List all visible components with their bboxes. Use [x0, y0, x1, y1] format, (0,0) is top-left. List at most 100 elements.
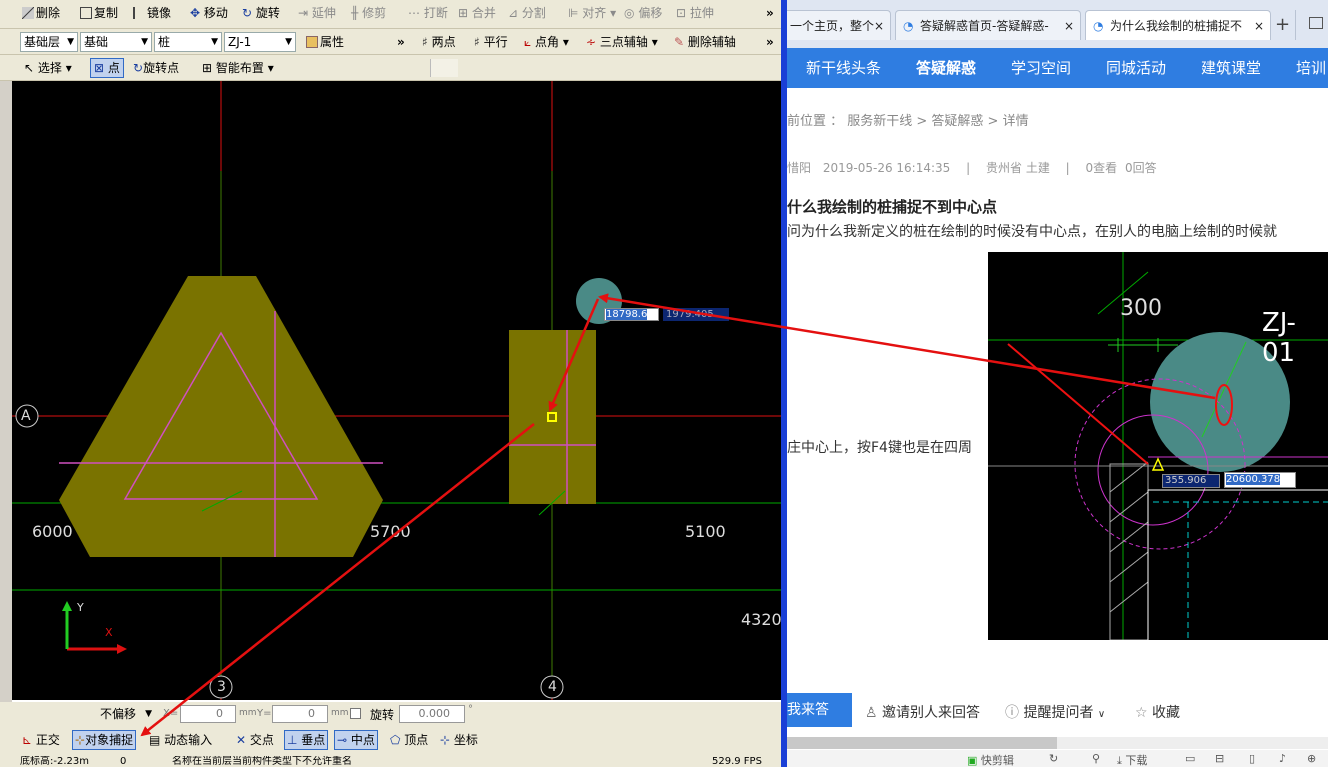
rotate-point-button[interactable]: ↻旋转点: [133, 58, 179, 78]
coordinate-input-y[interactable]: 1979.405: [663, 308, 729, 321]
move-button[interactable]: ✥ 移动: [190, 3, 228, 23]
intersection-snap[interactable]: ✕ 交点: [235, 730, 275, 750]
mirror-button[interactable]: 镜像: [133, 3, 171, 23]
properties-button[interactable]: 属性: [306, 32, 344, 52]
copy-icon: [80, 7, 92, 19]
nav-item-events[interactable]: 同城活动: [1106, 48, 1166, 88]
window-icon[interactable]: ▭: [1185, 752, 1195, 765]
point-angle-icon: ⟀: [524, 35, 532, 49]
offset-mode-select[interactable]: 不偏移 ▼: [96, 704, 156, 724]
nav-item-training[interactable]: 培训: [1296, 48, 1326, 88]
favorite-button[interactable]: ☆ 收藏: [1135, 702, 1180, 722]
rotate-label: 旋转: [370, 708, 395, 722]
cad-drawing-canvas[interactable]: A 3 4 6000 5700 5100 4320 18798.6 1979.4…: [12, 81, 781, 700]
question-image[interactable]: 300 ZJ-01 355.906 20600.378: [988, 252, 1328, 640]
tab-list-icon[interactable]: [1309, 17, 1323, 29]
browser-bottom-bar: ▣ 快剪辑 ↻ ⚲ ⤓ 下载 ▭ ⊟ ▯ ♪ ⊕: [787, 750, 1328, 767]
rotate-button[interactable]: ↻ 旋转: [242, 3, 280, 23]
browser-tab-1[interactable]: 一个主页，整个 ×: [787, 10, 891, 40]
rotate-angle-input[interactable]: 0.000: [399, 705, 465, 723]
image-label-zj: ZJ-01: [1262, 308, 1296, 368]
nav-item-headlines[interactable]: 新干线头条: [806, 48, 881, 88]
remind-asker-button[interactable]: ⓘ 提醒提问者 ∨: [1005, 702, 1105, 722]
offset-x-input[interactable]: 0: [180, 705, 236, 723]
smart-layout-icon: ⊞: [202, 61, 213, 75]
point-angle-aux-button[interactable]: ⟀ 点角 ▾: [524, 32, 569, 52]
horizontal-scrollbar[interactable]: [787, 737, 1328, 749]
zoom-icon[interactable]: ⊕: [1307, 752, 1316, 765]
answer-button[interactable]: 我来答: [787, 693, 852, 727]
dynamic-input-toggle[interactable]: ▤ 动态输入: [148, 730, 213, 750]
close-icon[interactable]: ×: [1060, 11, 1074, 40]
break-button[interactable]: ⋯ 打断: [408, 3, 448, 23]
offset-y-input[interactable]: 0: [272, 705, 328, 723]
dynamic-input-icon: ▤: [149, 733, 161, 747]
browser-tab-2[interactable]: ◔ 答疑解惑首页-答疑解惑- ×: [895, 10, 1081, 40]
stretch-button[interactable]: ⊡ 拉伸: [676, 3, 714, 23]
stretch-icon: ⊡: [676, 6, 687, 20]
offset-button[interactable]: ◎ 偏移: [624, 3, 662, 23]
new-tab-icon[interactable]: +: [1275, 14, 1290, 35]
sound-icon[interactable]: ♪: [1279, 752, 1286, 765]
nav-item-classroom[interactable]: 建筑课堂: [1201, 48, 1261, 88]
download-button[interactable]: ⤓ 下载: [1117, 752, 1147, 767]
trim-button[interactable]: ╫ 修剪: [351, 3, 386, 23]
component-name-select[interactable]: ZJ-1 ▼: [224, 32, 296, 52]
translate-icon[interactable]: ⊟: [1215, 752, 1224, 765]
extend-button[interactable]: ⇥ 延伸: [298, 3, 336, 23]
object-snap-toggle[interactable]: ⊹对象捕捉: [72, 730, 137, 750]
split-button[interactable]: ⊿ 分割: [508, 3, 546, 23]
two-point-aux-button[interactable]: ♯ 两点: [422, 32, 456, 52]
chevron-down-icon: ▼: [67, 37, 74, 47]
coordinate-input-x[interactable]: 18798.6: [604, 308, 659, 321]
perpendicular-snap[interactable]: ⊥ 垂点: [284, 730, 329, 750]
three-point-aux-button[interactable]: ∻ 三点辅轴 ▾: [586, 32, 658, 52]
merge-button[interactable]: ⊞ 合并: [458, 3, 496, 23]
refresh-icon[interactable]: ↻: [1049, 752, 1058, 765]
rotate-checkbox[interactable]: [350, 708, 361, 719]
select-button[interactable]: ↖ 选择 ▾: [24, 58, 72, 78]
coordinate-snap[interactable]: ⊹ 坐标: [439, 730, 479, 750]
split-icon: ⊿: [508, 6, 519, 20]
meta-separator: |: [966, 161, 971, 175]
site-favicon-icon: ◔: [903, 19, 914, 33]
align-button[interactable]: ⊫ 对齐 ▾: [568, 3, 616, 23]
offset-icon: ◎: [624, 6, 635, 20]
smart-layout-button[interactable]: ⊞ 智能布置 ▾: [202, 58, 274, 78]
ortho-toggle[interactable]: ⊾ 正交: [21, 730, 61, 750]
delete-aux-button[interactable]: ✎ 删除辅轴: [674, 32, 736, 52]
close-icon[interactable]: ×: [874, 11, 884, 40]
pin-icon[interactable]: ⚲: [1092, 752, 1100, 765]
layer-select[interactable]: 基础 ▼: [80, 32, 152, 52]
close-icon[interactable]: ×: [1250, 11, 1264, 40]
toolbar-overflow-icon[interactable]: »: [766, 32, 774, 52]
browser-tab-3[interactable]: ◔ 为什么我绘制的桩捕捉不 ×: [1085, 10, 1271, 40]
nav-item-learning[interactable]: 学习空间: [1011, 48, 1071, 88]
page-icon[interactable]: ▯: [1249, 752, 1255, 765]
chevron-down-icon: ▼: [211, 37, 218, 47]
nav-item-qa[interactable]: 答疑解惑: [916, 48, 976, 88]
parallel-aux-button[interactable]: ♯ 平行: [474, 32, 508, 52]
delete-button[interactable]: 删除: [22, 3, 60, 23]
toolbar-overflow-icon[interactable]: »: [766, 3, 774, 23]
perpendicular-icon: ⊥: [287, 733, 298, 747]
layer-group-select[interactable]: 基础层 ▼: [20, 32, 78, 52]
vertex-snap[interactable]: ⬠ 顶点: [389, 730, 429, 750]
copy-button[interactable]: 复制: [80, 3, 118, 23]
component-type-select[interactable]: 桩 ▼: [154, 32, 222, 52]
extend-icon: ⇥: [298, 6, 309, 20]
chevron-down-icon: ▼: [145, 709, 152, 719]
ortho-icon: ⊾: [22, 733, 33, 747]
scrollbar-thumb[interactable]: [787, 737, 1057, 749]
toolbar-overflow-icon[interactable]: »: [397, 32, 405, 52]
midpoint-snap[interactable]: ⊸ 中点: [334, 730, 378, 750]
point-draw-button[interactable]: ⊠ 点: [90, 58, 124, 78]
cursor-icon: ↖: [24, 61, 35, 75]
author-name[interactable]: 惜阳: [787, 161, 811, 175]
point-box-icon: ⊠: [94, 61, 105, 75]
ucs-x-label: X: [105, 626, 113, 639]
invite-answer-button[interactable]: ♙ 邀请别人来回答: [865, 702, 980, 722]
question-actions: 我来答 ♙ 邀请别人来回答 ⓘ 提醒提问者 ∨ ☆ 收藏: [787, 693, 1328, 729]
degree-symbol: °: [468, 704, 473, 715]
clip-button[interactable]: ▣ 快剪辑: [967, 752, 1014, 767]
